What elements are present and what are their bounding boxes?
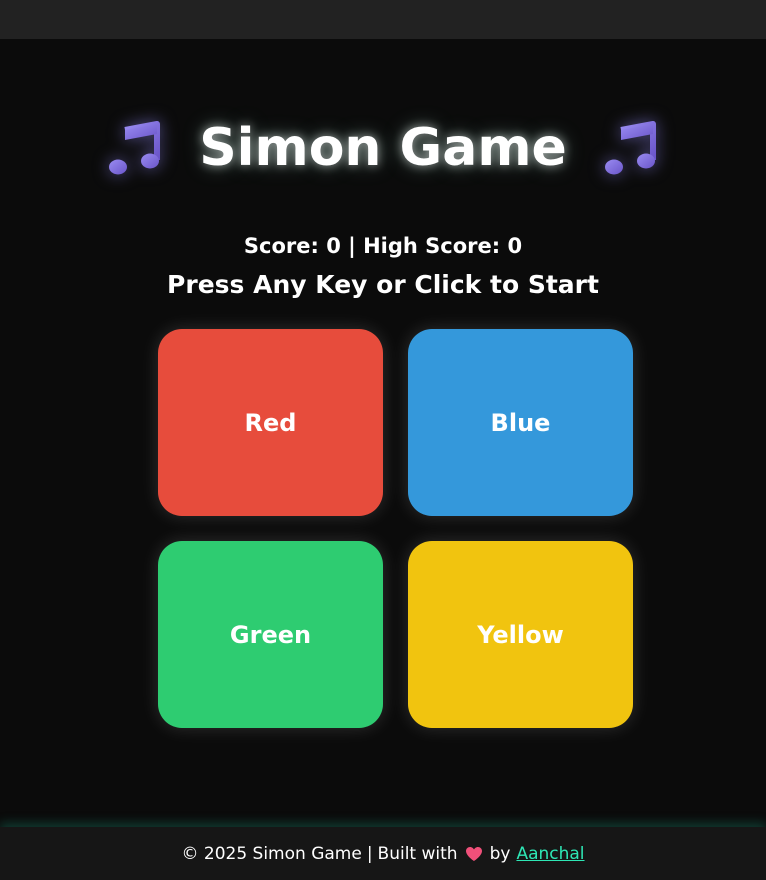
- music-notes-icon: [103, 116, 167, 180]
- green-pad-button[interactable]: Green: [158, 541, 383, 728]
- top-bar: [0, 0, 766, 39]
- by-text: by: [489, 843, 511, 864]
- music-notes-icon: [599, 116, 663, 180]
- game-status: Press Any Key or Click to Start: [167, 270, 599, 299]
- title-row: Simon Game: [0, 108, 766, 188]
- blue-pad-button[interactable]: Blue: [408, 329, 633, 516]
- green-pad-label: Green: [229, 620, 312, 649]
- page-title: Simon Game: [199, 118, 567, 178]
- footer-separator: |: [366, 843, 373, 864]
- high-score-value: 0: [507, 234, 523, 258]
- red-pad-button[interactable]: Red: [158, 329, 383, 516]
- author-link[interactable]: Aanchal: [516, 844, 584, 864]
- built-with-text: Built with: [377, 843, 458, 864]
- heart-icon: [465, 846, 483, 862]
- score-separator: |: [348, 234, 356, 258]
- score-label: Score:: [243, 234, 319, 258]
- yellow-pad-label: Yellow: [477, 620, 564, 649]
- yellow-pad-button[interactable]: Yellow: [408, 541, 633, 728]
- score-display: Score: 0 | High Score: 0: [0, 234, 766, 258]
- high-score-label: High Score:: [363, 234, 501, 258]
- footer: © 2025 Simon Game | Built with by Aancha…: [0, 827, 766, 880]
- copyright-text: © 2025 Simon Game: [181, 843, 362, 864]
- score-value: 0: [326, 234, 341, 258]
- blue-pad-label: Blue: [490, 408, 551, 437]
- red-pad-label: Red: [244, 408, 297, 437]
